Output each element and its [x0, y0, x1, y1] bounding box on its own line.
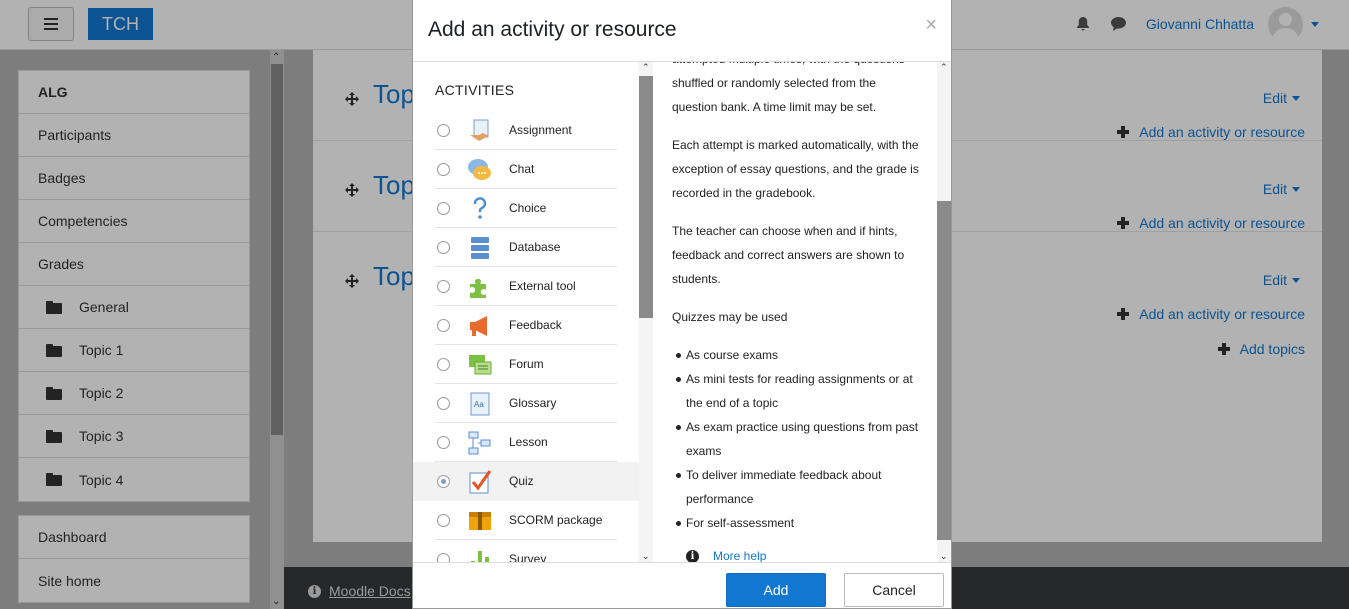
scroll-up-arrow-icon[interactable]: ⌃ [642, 62, 650, 73]
radio-button[interactable] [437, 241, 450, 254]
list-item: As mini tests for reading assignments or… [676, 367, 924, 415]
radio-button[interactable] [437, 280, 450, 293]
quiz-icon [469, 470, 492, 494]
description-paragraph: The teacher can choose when and if hints… [672, 224, 905, 286]
activity-chooser-dialog: Add an activity or resource × ACTIVITIES… [412, 0, 952, 609]
list-item: As exam practice using questions from pa… [676, 415, 924, 463]
option-choice[interactable]: Choice [413, 189, 639, 228]
option-quiz[interactable]: Quiz [413, 462, 639, 501]
external-tool-icon [470, 278, 486, 298]
option-scorm-package[interactable]: SCORM package [413, 501, 639, 540]
list-item: To deliver immediate feedback about perf… [676, 463, 924, 511]
scorm-icon [469, 512, 491, 530]
choice-icon [473, 197, 487, 219]
option-forum[interactable]: Forum [413, 345, 639, 384]
option-survey[interactable]: Survey [413, 540, 639, 562]
option-external-tool[interactable]: External tool [413, 267, 639, 306]
close-icon[interactable]: × [925, 14, 937, 37]
list-item: For self-assessment [676, 511, 924, 535]
radio-button[interactable] [437, 319, 450, 332]
list-item: As course exams [676, 343, 924, 367]
radio-button[interactable] [437, 163, 450, 176]
radio-button[interactable] [437, 358, 450, 371]
option-chat[interactable]: Chat [413, 150, 639, 189]
radio-button[interactable] [437, 436, 450, 449]
more-help-label: More help [713, 549, 767, 562]
uses-list: As course exams As mini tests for readin… [672, 343, 924, 535]
radio-button-selected[interactable] [437, 475, 450, 488]
glossary-icon: Aa [470, 392, 490, 416]
option-label: Choice [509, 201, 547, 215]
option-lesson[interactable]: Lesson [413, 423, 639, 462]
options-scrollbar[interactable]: ⌃ ⌄ [639, 62, 653, 562]
chooser-body: ACTIVITIES Assignment Chat Choice Databa… [413, 62, 951, 562]
lesson-icon [468, 431, 491, 455]
options-heading: ACTIVITIES [435, 82, 515, 98]
option-feedback[interactable]: Feedback [413, 306, 639, 345]
scroll-down-arrow-icon[interactable]: ⌄ [642, 551, 650, 562]
option-label: Chat [509, 162, 535, 176]
option-glossary[interactable]: Aa Glossary [413, 384, 639, 423]
feedback-icon [470, 316, 487, 336]
cancel-button[interactable]: Cancel [844, 573, 944, 607]
info-icon: i [686, 549, 699, 562]
option-label: Lesson [509, 435, 548, 449]
description-scrollbar[interactable]: ⌃ ⌄ [937, 62, 951, 562]
radio-button[interactable] [437, 397, 450, 410]
option-database[interactable]: Database [413, 228, 639, 267]
description-paragraph: Each attempt is marked automatically, wi… [672, 138, 919, 200]
option-label: Quiz [509, 474, 534, 488]
option-label: Assignment [509, 123, 572, 137]
option-label: Survey [509, 552, 547, 562]
option-label: Database [509, 240, 561, 254]
option-label: Forum [509, 357, 544, 371]
scroll-down-arrow-icon[interactable]: ⌄ [940, 551, 948, 562]
description-paragraph: Quizzes may be used [672, 310, 788, 324]
description-paragraph: attempted multiple times, with the quest… [672, 62, 905, 114]
survey-icon [471, 551, 489, 562]
svg-text:Aa: Aa [474, 400, 484, 409]
assignment-icon [470, 119, 489, 141]
radio-button[interactable] [437, 202, 450, 215]
radio-button[interactable] [437, 124, 450, 137]
radio-button[interactable] [437, 553, 450, 562]
option-label: SCORM package [509, 513, 603, 527]
radio-button[interactable] [437, 514, 450, 527]
add-button[interactable]: Add [726, 573, 826, 607]
option-label: External tool [509, 279, 576, 293]
scrollbar-thumb[interactable] [639, 76, 653, 318]
forum-icon [469, 355, 492, 375]
option-label: Glossary [509, 396, 557, 410]
dialog-header: Add an activity or resource × [413, 0, 951, 62]
option-assignment[interactable]: Assignment [413, 111, 639, 150]
scroll-up-arrow-icon[interactable]: ⌃ [940, 62, 948, 73]
chat-icon [468, 159, 491, 180]
scrollbar-thumb[interactable] [937, 201, 951, 540]
activity-description: attempted multiple times, with the quest… [653, 62, 937, 562]
database-icon [471, 237, 489, 259]
dialog-footer: Add Cancel [413, 562, 951, 609]
option-label: Feedback [509, 318, 562, 332]
more-help-link[interactable]: i More help [686, 549, 766, 562]
activity-options: ACTIVITIES Assignment Chat Choice Databa… [413, 62, 639, 562]
dialog-title: Add an activity or resource [428, 18, 677, 41]
